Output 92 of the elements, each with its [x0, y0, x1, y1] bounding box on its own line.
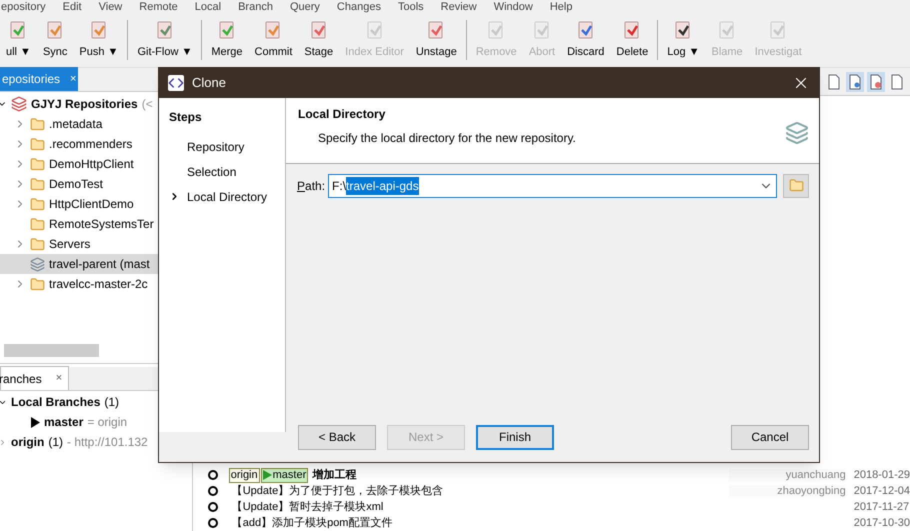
menu-item[interactable]: Help	[550, 1, 572, 13]
tab-label: ranches	[0, 370, 42, 388]
close-icon[interactable]: ×	[56, 370, 62, 387]
ref-label: master	[260, 468, 308, 482]
dialog-button[interactable]: < Back	[298, 424, 376, 450]
folder-icon	[30, 116, 45, 132]
repository-icon	[30, 256, 45, 272]
dialog-title: Clone	[192, 74, 227, 92]
commit-message[interactable]: 【Update】暂时去掉子模块xml	[232, 500, 384, 514]
commit-node-icon	[206, 485, 219, 497]
branch-name[interactable]: master	[44, 413, 84, 431]
folder-icon	[30, 176, 45, 192]
repository-stack-icon	[785, 121, 809, 145]
tree-item[interactable]: Servers	[0, 234, 158, 254]
commit-message[interactable]: 【Update】为了便于打包，去除子模块包含	[232, 484, 444, 498]
tree-item[interactable]: RemoteSystemsTer	[0, 214, 158, 234]
view-toolbar-icon[interactable]	[867, 72, 885, 92]
wizard-step[interactable]: Local Directory	[187, 188, 268, 206]
folder-icon	[30, 236, 45, 252]
play-icon	[262, 470, 272, 480]
commit-message[interactable]: 【add】添加子模块pom配置文件	[232, 516, 392, 530]
toolbar-button[interactable]: Git-Flow ▼	[131, 19, 198, 61]
browse-button[interactable]	[783, 174, 809, 198]
branch-group-label[interactable]: Local Branches	[11, 393, 100, 411]
branch-count: (1)	[104, 394, 120, 411]
ref-label: origin	[228, 468, 260, 482]
menu-item[interactable]: epository	[1, 1, 46, 13]
code-icon	[168, 75, 184, 91]
folder-icon	[30, 156, 45, 172]
folder-icon	[788, 178, 804, 193]
menu-item[interactable]: Tools	[398, 1, 424, 13]
tree-item[interactable]: HttpClientDemo	[0, 194, 158, 214]
menu-item[interactable]: Changes	[336, 1, 381, 13]
commit-node-icon	[206, 501, 219, 513]
path-label: Path:	[297, 178, 326, 194]
toolbar-button[interactable]: ull ▼	[0, 19, 37, 61]
view-toolbar-icon[interactable]	[846, 72, 864, 92]
steps-title: Steps	[169, 109, 203, 126]
menu-item[interactable]: Query	[290, 1, 320, 13]
menu-item[interactable]: Branch	[238, 1, 273, 13]
toolbar-button[interactable]: Discard	[561, 19, 610, 61]
dialog-button[interactable]: Cancel	[731, 424, 809, 450]
toolbar-button[interactable]: Push ▼	[73, 19, 124, 61]
menu-item[interactable]: Remote	[139, 1, 178, 13]
scrollbar-thumb[interactable]	[4, 344, 99, 357]
dialog-button[interactable]: Finish	[476, 424, 554, 450]
tree-item[interactable]: DemoHttpClient	[0, 154, 158, 174]
page-heading: Local Directory	[298, 106, 386, 123]
toolbar-button[interactable]: Delete	[610, 19, 654, 61]
menu-item[interactable]: View	[98, 1, 122, 13]
branches-tab[interactable]: ranches ×	[0, 366, 70, 390]
toolbar-button[interactable]: Sync	[36, 19, 74, 61]
remote-url: - http://101.132	[67, 434, 148, 451]
toolbar-button[interactable]: Merge	[205, 19, 249, 61]
menu-item[interactable]: Window	[494, 1, 533, 13]
tree-item[interactable]: .metadata	[0, 114, 158, 134]
path-field[interactable]: F:\travel-api-gds	[328, 174, 777, 198]
toolbar-button[interactable]: Log ▼	[661, 19, 706, 61]
branch-count: (1)	[48, 434, 63, 451]
folder-icon	[30, 196, 45, 212]
menu-item[interactable]: Local	[194, 1, 222, 13]
tree-item[interactable]: travelcc-master-2c	[0, 274, 158, 294]
folder-icon	[30, 276, 45, 292]
folder-icon	[30, 136, 45, 152]
menu-item[interactable]: Edit	[62, 1, 82, 13]
tab-label: epositories	[2, 71, 60, 88]
tree-item[interactable]: travel-parent (mast	[0, 254, 158, 274]
close-icon[interactable]: ×	[70, 70, 76, 88]
toolbar-button[interactable]: Unstage	[410, 19, 463, 61]
tree-item[interactable]: DemoTest	[0, 174, 158, 194]
repository-stack-icon	[11, 96, 27, 112]
repositories-tab[interactable]: epositories ×	[0, 67, 78, 91]
wizard-step[interactable]: Repository	[187, 138, 244, 156]
page-description: Specify the local directory for the new repository.	[318, 130, 577, 147]
menu-item[interactable]: Review	[440, 1, 477, 13]
wizard-step[interactable]: Selection	[187, 162, 236, 180]
commit-date: 2017-11-27	[854, 500, 910, 514]
toolbar-button[interactable]: Commit	[248, 19, 298, 61]
current-branch-icon	[31, 416, 40, 428]
tree-root-suffix: (<	[142, 96, 153, 113]
commit-date: 2017-10-30	[854, 516, 910, 530]
commit-author: yuanchuang	[786, 468, 846, 482]
tree-item[interactable]: .recommenders	[0, 134, 158, 154]
commit-author: zhaoyongbing	[777, 484, 846, 498]
tree-root-label[interactable]: GJYJ Repositories	[31, 95, 138, 113]
branch-group-label[interactable]: origin	[11, 433, 44, 451]
commit-date: 2017-12-04	[854, 484, 910, 498]
commit-date: 2018-01-29	[854, 468, 910, 482]
commit-message[interactable]: 增加工程	[312, 468, 356, 482]
tracking-info: = origin	[87, 414, 128, 431]
toolbar-button[interactable]: Stage	[298, 19, 340, 61]
folder-icon	[30, 216, 45, 232]
